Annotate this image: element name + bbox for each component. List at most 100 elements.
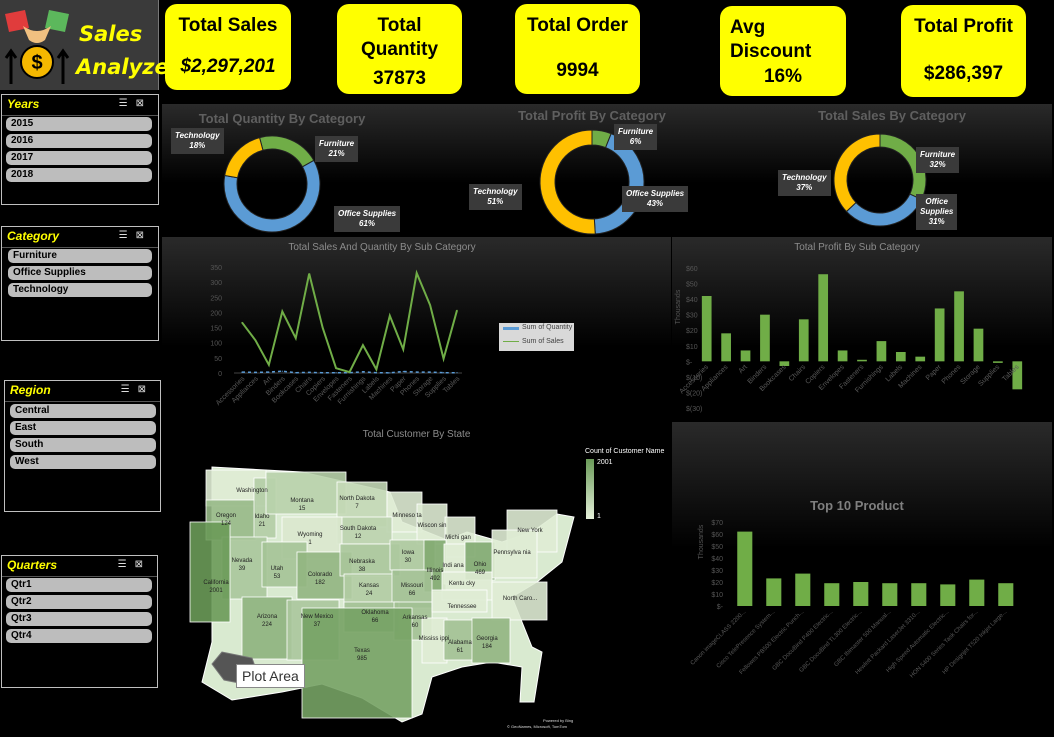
kpi-value: $286,397 [923, 63, 1004, 84]
y-axis-title: Thousands [698, 524, 705, 559]
data-point [389, 372, 391, 374]
data-label: Furniture 21% [315, 136, 359, 162]
legend-label: Sum of Sales [522, 338, 564, 345]
slicer-title: Years [7, 97, 40, 111]
slicer-item-2018[interactable]: 2018 [6, 168, 152, 182]
map-credit: © GeoNames, Microsoft, TomTom [507, 724, 567, 729]
state-label: Utah [271, 566, 284, 572]
data-point [442, 372, 445, 374]
y-axis-title: Thousands [675, 289, 682, 324]
data-label: Technology 51% [469, 184, 522, 210]
data-point [416, 371, 418, 373]
map-legend-min: 1 [597, 513, 601, 520]
x-tick-label: GBC Ibimaster 500 Manual... [833, 609, 892, 668]
data-label: Technology 18% [171, 128, 224, 154]
map-legend-title: Count of Customer Name [585, 448, 665, 455]
bar-paper [934, 308, 945, 362]
data-point [254, 339, 257, 341]
map-legend-max: 2001 [597, 459, 613, 466]
data-point [389, 315, 391, 317]
slicer-item-office-supplies[interactable]: Office Supplies [8, 266, 152, 280]
y-tick-label: $40 [686, 297, 698, 304]
bar-product-7 [911, 583, 927, 606]
y-tick-label: 0 [218, 371, 222, 378]
multi-select-icon[interactable]: ☰⊠ [121, 384, 154, 395]
state-label: Kansas [359, 583, 379, 589]
data-point [375, 372, 377, 374]
slicer-item-east[interactable]: East [10, 421, 156, 435]
y-tick-label: 50 [214, 356, 222, 363]
state-count: 39 [239, 566, 246, 572]
kpi-title: Total Sales [178, 15, 278, 36]
slicer-item-technology[interactable]: Technology [8, 283, 152, 297]
x-tick-label: Supplies [977, 363, 1001, 387]
slicer-item-qtr4[interactable]: Qtr4 [6, 629, 152, 643]
data-point [308, 371, 310, 373]
state-label: Arkansas [402, 615, 427, 621]
profit-bar-chart: Thousands$60$50$40$30$20$10$-$(10)$(20)$… [675, 266, 1023, 413]
state-label: Colorado [308, 572, 333, 578]
slicer-item-south[interactable]: South [10, 438, 156, 452]
multi-select-icon[interactable]: ☰⊠ [118, 559, 151, 570]
kpi-total-order: Total Order 9994 [515, 4, 640, 94]
data-point [442, 358, 445, 360]
state-label: Pennsylva nia [493, 550, 531, 556]
data-point [295, 372, 297, 374]
slicer-item-qtr1[interactable]: Qtr1 [6, 578, 152, 592]
y-tick-label: $20 [711, 580, 723, 587]
state-kansas [343, 573, 395, 605]
x-tick-label: Cisco TelePresence System... [716, 609, 777, 670]
y-tick-label: $70 [711, 520, 723, 527]
x-tick-label: GBC DocuBind P400 Electric... [772, 609, 835, 672]
kpi-total-quantity: Total Quantity 37873 [337, 4, 462, 94]
bar-product-5 [853, 582, 869, 606]
y-tick-label: $30 [711, 568, 723, 575]
state-label: South Dakota [340, 526, 377, 532]
donut-slice-office-supplies [845, 193, 923, 227]
state-label: Illinois [427, 568, 444, 574]
state-california [189, 521, 231, 623]
state-label: North Dakota [339, 496, 375, 502]
state-label: New Mexico [301, 614, 334, 620]
state-count: 38 [359, 567, 366, 573]
bar-binders [760, 314, 770, 362]
bar-product-1 [737, 531, 753, 606]
slicer-item-2016[interactable]: 2016 [6, 134, 152, 148]
logo-panel: $ Sales Analyze [0, 0, 169, 90]
state-count: 12 [355, 534, 362, 540]
bar-product-8 [940, 584, 956, 606]
slicer-item-2017[interactable]: 2017 [6, 151, 152, 165]
multi-select-icon[interactable]: ☰⊠ [119, 98, 152, 109]
slicer-item-qtr3[interactable]: Qtr3 [6, 612, 152, 626]
bar-appliances [721, 333, 731, 362]
data-label: Office Supplies 43% [622, 186, 689, 212]
kpi-total-sales: Total Sales $2,297,201 [165, 4, 291, 90]
multi-select-icon[interactable]: ☰⊠ [119, 230, 152, 241]
state-count: 184 [482, 644, 493, 650]
slicer-item-west[interactable]: West [10, 455, 156, 469]
slicer-item-2015[interactable]: 2015 [6, 117, 152, 131]
slicer-item-furniture[interactable]: Furniture [8, 249, 152, 263]
slicer-item-qtr2[interactable]: Qtr2 [6, 595, 152, 609]
legend-swatch-sales [503, 341, 519, 342]
state-label: Arizona [257, 614, 278, 620]
state-count: 224 [262, 622, 273, 628]
y-tick-label: $60 [686, 266, 698, 273]
y-tick-label: 350 [210, 265, 222, 272]
y-tick-label: $40 [711, 556, 723, 563]
state-count: 61 [457, 648, 464, 654]
y-tick-label: $10 [711, 592, 723, 599]
svg-text:$: $ [31, 52, 42, 74]
kpi-value: 16% [763, 66, 803, 87]
bar-art [740, 350, 751, 362]
x-tick-label: Art [738, 364, 749, 375]
state-label: North Caro... [503, 596, 538, 602]
state-count: 124 [221, 521, 232, 527]
state-label: Idaho [254, 514, 270, 520]
state-count: 985 [357, 656, 368, 662]
map-panel: Total Customer By State Washington Oregon… [162, 422, 671, 737]
slicer-item-central[interactable]: Central [10, 404, 156, 418]
data-point [254, 371, 257, 373]
data-point [416, 272, 418, 274]
bar-accessories [701, 296, 712, 362]
